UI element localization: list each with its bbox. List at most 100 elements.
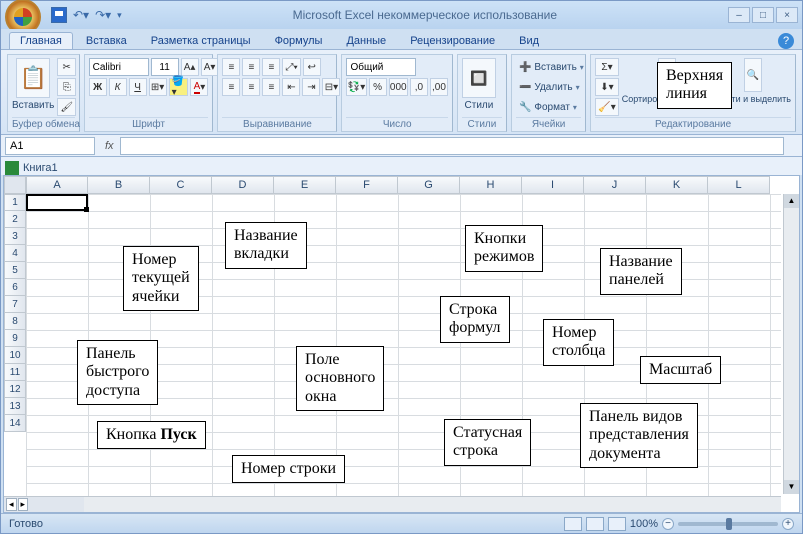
view-page-layout-icon[interactable] — [586, 517, 604, 531]
paste-button[interactable]: 📋 — [16, 58, 50, 98]
tab-home[interactable]: Главная — [9, 32, 73, 49]
view-page-break-icon[interactable] — [608, 517, 626, 531]
maximize-button[interactable]: □ — [752, 7, 774, 23]
bold-button[interactable]: Ж — [89, 78, 107, 96]
help-icon[interactable]: ? — [778, 33, 794, 49]
font-size-input[interactable] — [151, 58, 179, 76]
fx-icon[interactable]: fx — [99, 140, 120, 152]
border-icon[interactable]: ⊞▾ — [149, 78, 167, 96]
merge-cells-icon[interactable]: ⊟▾ — [322, 78, 340, 96]
tab-review[interactable]: Рецензирование — [399, 32, 506, 49]
formula-input[interactable] — [120, 137, 784, 155]
row-header[interactable]: 2 — [4, 211, 26, 228]
sheet-tabs[interactable]: ◂▸ — [4, 496, 84, 512]
row-header[interactable]: 13 — [4, 398, 26, 415]
decrease-font-icon[interactable]: A▾ — [201, 58, 219, 76]
col-header[interactable]: B — [88, 176, 150, 194]
row-header[interactable]: 9 — [4, 330, 26, 347]
col-header[interactable]: H — [460, 176, 522, 194]
insert-cells-button[interactable]: ➕Вставить — [516, 58, 581, 76]
row-header[interactable]: 14 — [4, 415, 26, 432]
underline-button[interactable]: Ч — [129, 78, 147, 96]
tab-insert[interactable]: Вставка — [75, 32, 138, 49]
fill-color-icon[interactable]: 🪣▾ — [169, 78, 189, 96]
increase-indent-icon[interactable]: ⇥ — [302, 78, 320, 96]
clear-icon[interactable]: 🧹▾ — [595, 98, 618, 116]
group-label-styles: Стили — [462, 117, 502, 130]
row-headers: 1 2 3 4 5 6 7 8 9 10 11 12 13 14 — [4, 194, 26, 432]
name-box[interactable]: A1 — [5, 137, 95, 155]
tab-formulas[interactable]: Формулы — [264, 32, 334, 49]
orientation-icon[interactable]: ⤢▾ — [282, 58, 300, 76]
row-header[interactable]: 12 — [4, 381, 26, 398]
col-header[interactable]: D — [212, 176, 274, 194]
font-color-icon[interactable]: A▾ — [190, 78, 208, 96]
close-button[interactable]: × — [776, 7, 798, 23]
window-title: Microsoft Excel некоммерческое использов… — [122, 8, 728, 22]
group-clipboard: 📋 Вставить ✂ ⎘ 🖌 Буфер обмена — [7, 54, 80, 132]
align-bottom-icon[interactable]: ≡ — [262, 58, 280, 76]
wrap-text-icon[interactable]: ↩ — [303, 58, 321, 76]
active-cell[interactable] — [26, 194, 88, 211]
save-icon[interactable] — [51, 7, 67, 23]
col-header[interactable]: E — [274, 176, 336, 194]
copy-icon[interactable]: ⎘ — [57, 78, 76, 96]
callout-view-panel: Панель видовпредставлениядокумента — [580, 403, 698, 468]
align-center-icon[interactable]: ≡ — [242, 78, 260, 96]
font-name-input[interactable] — [89, 58, 149, 76]
tab-data[interactable]: Данные — [335, 32, 397, 49]
col-header[interactable]: C — [150, 176, 212, 194]
number-format-select[interactable] — [346, 58, 416, 76]
decrease-indent-icon[interactable]: ⇤ — [282, 78, 300, 96]
vertical-scrollbar[interactable] — [783, 194, 799, 494]
formula-bar: A1 fx — [1, 135, 802, 157]
percent-icon[interactable]: % — [369, 78, 387, 96]
col-header[interactable]: G — [398, 176, 460, 194]
col-header[interactable]: I — [522, 176, 584, 194]
select-all-corner[interactable] — [4, 176, 26, 194]
align-left-icon[interactable]: ≡ — [222, 78, 240, 96]
italic-button[interactable]: К — [109, 78, 127, 96]
cut-icon[interactable]: ✂ — [57, 58, 76, 76]
format-painter-icon[interactable]: 🖌 — [57, 98, 76, 116]
view-normal-icon[interactable] — [564, 517, 582, 531]
zoom-percent[interactable]: 100% — [630, 518, 658, 530]
cell-styles-button[interactable]: 🔲 — [462, 58, 496, 98]
align-right-icon[interactable]: ≡ — [262, 78, 280, 96]
minimize-button[interactable]: – — [728, 7, 750, 23]
row-header[interactable]: 11 — [4, 364, 26, 381]
zoom-in-button[interactable]: + — [782, 518, 794, 530]
col-header[interactable]: F — [336, 176, 398, 194]
tab-page-layout[interactable]: Разметка страницы — [140, 32, 262, 49]
col-header[interactable]: J — [584, 176, 646, 194]
row-header[interactable]: 1 — [4, 194, 26, 211]
zoom-slider[interactable] — [678, 522, 778, 526]
col-header[interactable]: L — [708, 176, 770, 194]
row-header[interactable]: 5 — [4, 262, 26, 279]
increase-decimal-icon[interactable]: ,0 — [410, 78, 428, 96]
row-header[interactable]: 7 — [4, 296, 26, 313]
align-middle-icon[interactable]: ≡ — [242, 58, 260, 76]
find-select-button[interactable]: 🔍 — [744, 58, 762, 92]
format-cells-button[interactable]: 🔧Формат — [516, 98, 581, 116]
autosum-icon[interactable]: Σ▾ — [595, 58, 618, 76]
row-header[interactable]: 8 — [4, 313, 26, 330]
col-header[interactable]: K — [646, 176, 708, 194]
horizontal-scrollbar[interactable] — [84, 496, 781, 512]
row-header[interactable]: 3 — [4, 228, 26, 245]
currency-icon[interactable]: 💱▾ — [346, 78, 366, 96]
row-header[interactable]: 4 — [4, 245, 26, 262]
increase-font-icon[interactable]: A▴ — [181, 58, 199, 76]
decrease-decimal-icon[interactable]: ,00 — [430, 78, 448, 96]
undo-icon[interactable]: ↶▾ — [73, 8, 89, 22]
tab-view[interactable]: Вид — [508, 32, 550, 49]
align-top-icon[interactable]: ≡ — [222, 58, 240, 76]
zoom-out-button[interactable]: − — [662, 518, 674, 530]
comma-icon[interactable]: 000 — [389, 78, 408, 96]
delete-cells-button[interactable]: ➖Удалить — [516, 78, 581, 96]
row-header[interactable]: 6 — [4, 279, 26, 296]
fill-icon[interactable]: ⬇▾ — [595, 78, 618, 96]
col-header[interactable]: A — [26, 176, 88, 194]
redo-icon[interactable]: ↷▾ — [95, 8, 111, 22]
row-header[interactable]: 10 — [4, 347, 26, 364]
